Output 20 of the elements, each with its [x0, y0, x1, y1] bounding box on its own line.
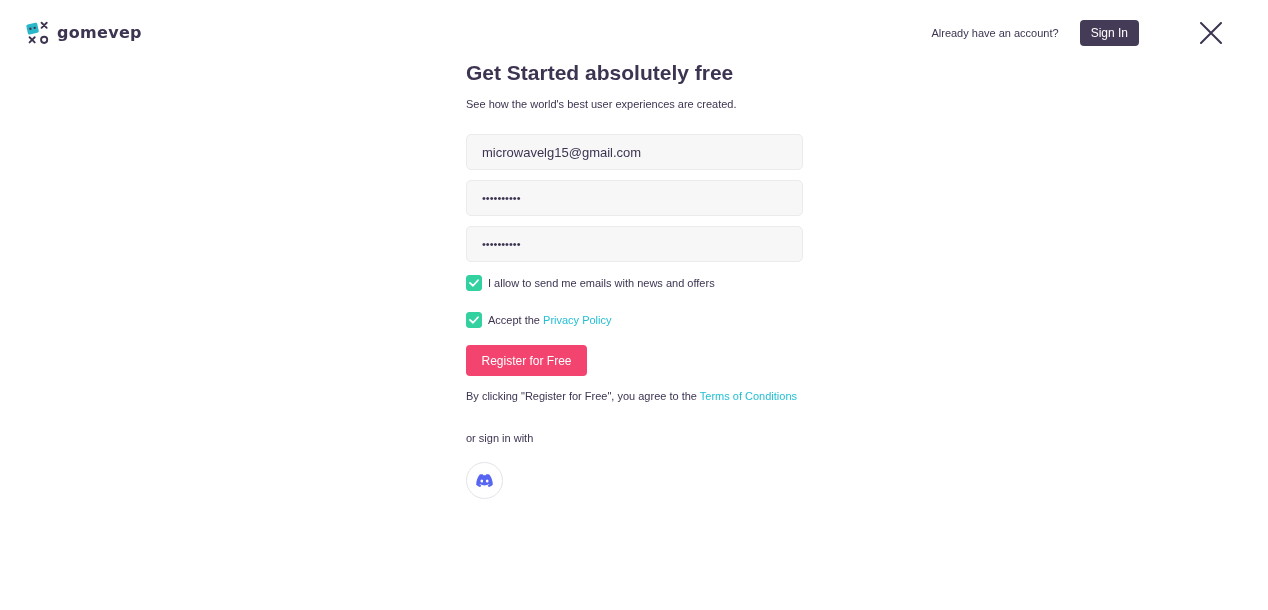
checkmark-icon — [469, 279, 479, 287]
logo-text[interactable]: gomevep — [57, 25, 142, 41]
email-field[interactable]: microwavelg15@gmail.com — [466, 134, 803, 170]
social-sign-in-button[interactable] — [466, 462, 503, 499]
checkmark-icon — [469, 316, 479, 324]
checkbox[interactable] — [466, 312, 482, 328]
social-prompt: or sign in with — [466, 431, 534, 445]
form-title: Get Started absolutely free — [466, 60, 734, 86]
gamepad-icon — [476, 474, 493, 487]
checkbox-label: I allow to send me emails with news and offers — [488, 277, 715, 289]
sign-in-button[interactable]: Sign In — [1079, 20, 1139, 46]
terms-text: By clicking "Register for Free", you agree to the Terms of Conditions — [466, 389, 798, 403]
checkbox[interactable] — [466, 275, 482, 291]
password-field[interactable]: •••••••••• — [466, 226, 803, 262]
register-button[interactable]: Register for Free — [466, 345, 587, 376]
close-icon[interactable] — [1200, 22, 1222, 44]
form-subtitle: See how the world's best user experiences are created. — [466, 97, 737, 111]
account-prompt: Already have an account? — [931, 27, 1059, 39]
checkbox-label: Accept the Privacy Policy — [488, 314, 612, 326]
password-field[interactable]: •••••••••• — [466, 180, 803, 216]
